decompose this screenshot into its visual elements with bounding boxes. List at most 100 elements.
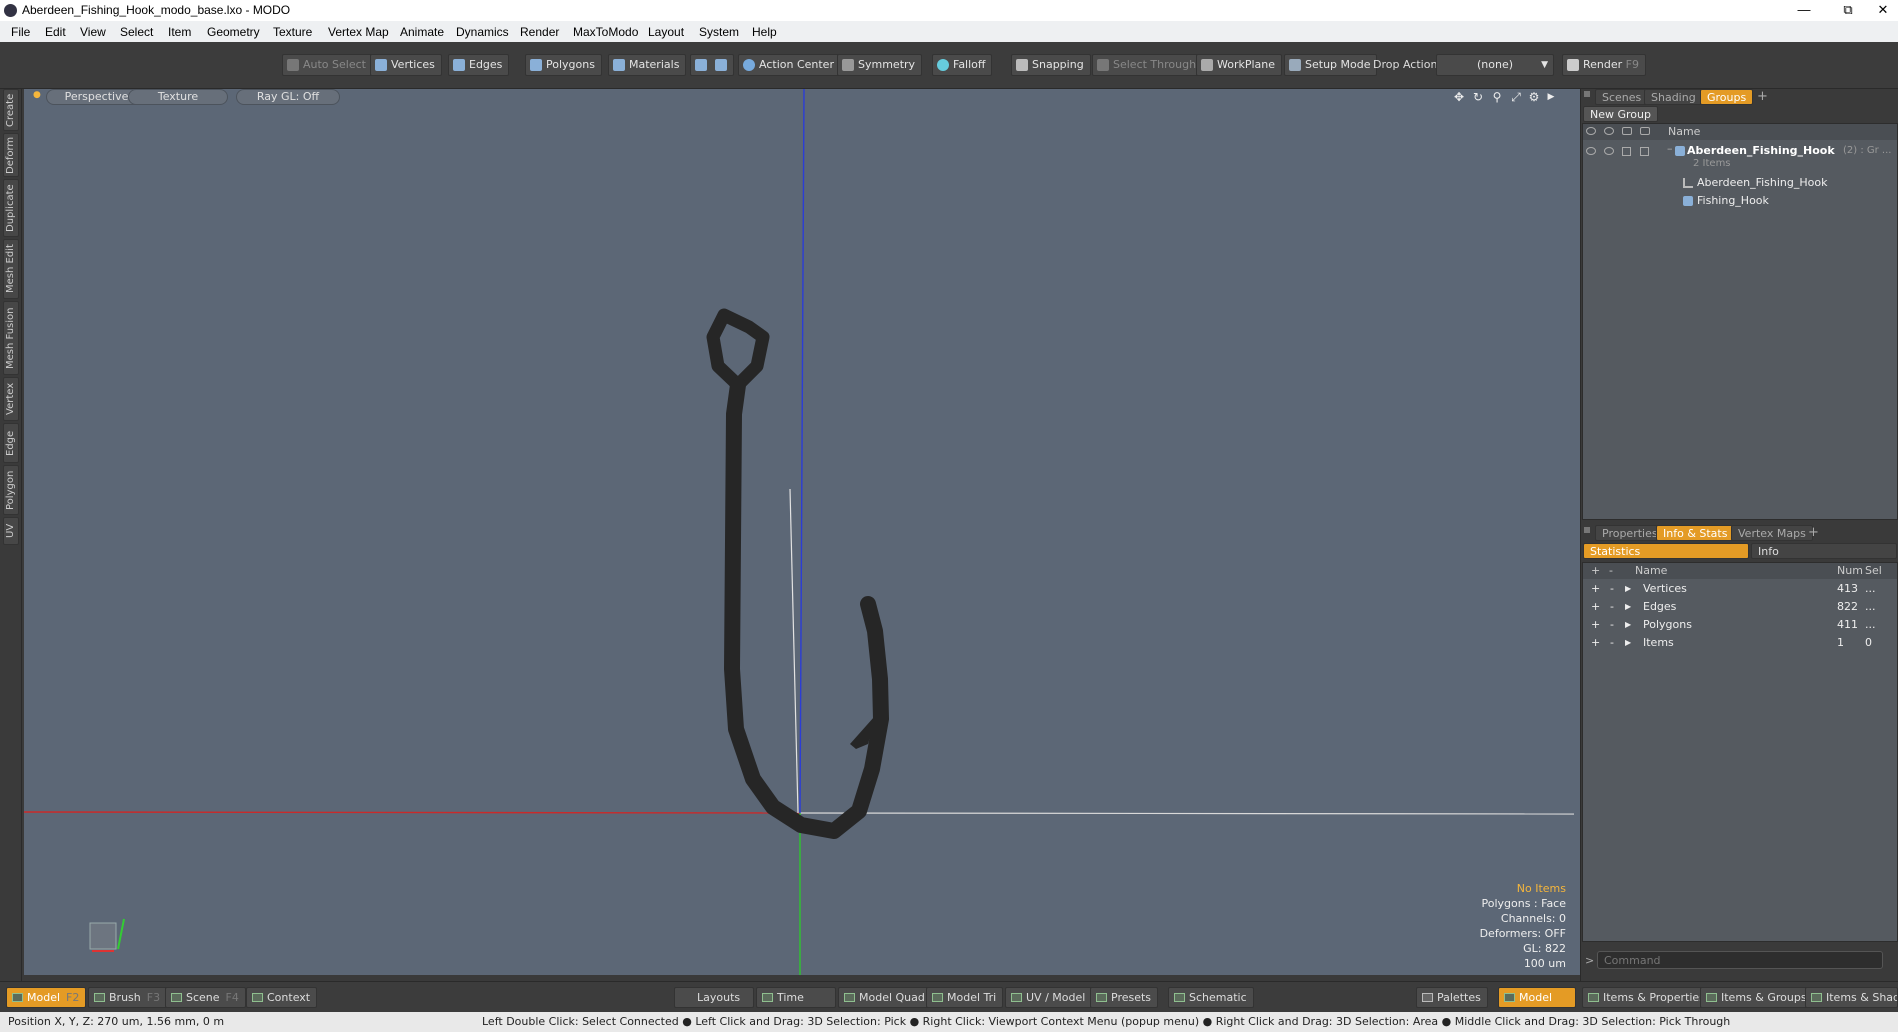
brush-layout-button[interactable]: Brush F3 [88,987,168,1008]
scene-layout-button[interactable]: Scene F4 [165,987,246,1008]
render-button[interactable]: Render F9 [1562,54,1646,76]
tab-polygon[interactable]: Polygon [3,465,19,515]
menu-layout[interactable]: Layout [648,25,684,39]
selection-mode-button[interactable] [690,54,734,76]
add-selection-icon[interactable]: + [1591,580,1600,598]
workplane-button[interactable]: WorkPlane [1196,54,1283,76]
command-input[interactable] [1597,951,1883,969]
collapse-all-icon[interactable]: - [1609,563,1613,579]
collapse-icon[interactable]: – [1667,140,1673,158]
schematic-button[interactable]: Schematic [1168,987,1254,1008]
table-row[interactable]: + - ▶ Vertices 413 ... [1583,580,1897,598]
subtab-statistics[interactable]: Statistics [1583,543,1749,559]
remove-selection-icon[interactable]: - [1610,616,1614,634]
model-quad-button[interactable]: Model Quad [838,987,932,1008]
expand-row-icon[interactable]: ▶ [1625,580,1631,598]
menu-file[interactable]: File [11,25,30,39]
context-layout-button[interactable]: Context [246,987,318,1008]
drop-action-select[interactable]: (none) ▼ [1436,54,1554,76]
fishing-hook-mesh[interactable] [706,308,889,839]
menu-select[interactable]: Select [120,25,153,39]
group-row-root[interactable]: – Aberdeen_Fishing_Hook (2) : Gr ... 2 I… [1583,142,1897,172]
expand-row-icon[interactable]: ▶ [1625,634,1631,652]
tab-vertex-maps[interactable]: Vertex Maps [1731,525,1813,541]
setup-mode-button[interactable]: Setup Mode [1284,54,1378,76]
palettes-button[interactable]: Palettes [1416,987,1488,1008]
polygons-button[interactable]: Polygons [525,54,602,76]
tab-info-stats[interactable]: Info & Stats [1656,525,1735,541]
3d-viewport[interactable]: ● Perspective Texture Ray GL: Off ✥ ↻ ⚲ … [24,89,1580,975]
action-center-button[interactable]: Action Center [738,54,841,76]
time-layout-button[interactable]: Time [756,987,836,1008]
menu-dynamics[interactable]: Dynamics [456,25,509,39]
expand-all-icon[interactable]: + [1591,563,1600,579]
remove-selection-icon[interactable]: - [1610,634,1614,652]
tab-mesh-edit[interactable]: Mesh Edit [3,239,19,299]
items-groups-button[interactable]: Items & Groups [1700,987,1814,1008]
menu-vertex-map[interactable]: Vertex Map [328,25,389,39]
tab-uv[interactable]: UV [3,517,19,545]
model-view-button[interactable]: Model [1498,987,1576,1008]
minimize-icon[interactable]: — [1789,0,1819,21]
menu-texture[interactable]: Texture [273,25,312,39]
add-tab-icon[interactable]: + [1757,89,1768,104]
remove-selection-icon[interactable]: - [1610,580,1614,598]
row-sel[interactable]: ... [1865,616,1876,634]
row-sel[interactable]: ... [1865,580,1876,598]
presets-button[interactable]: Presets [1090,987,1159,1008]
model-layout-button[interactable]: Model F2 [6,987,87,1008]
table-row[interactable]: + - ▶ Polygons 411 ... [1583,616,1897,634]
tab-shading[interactable]: Shading [1644,89,1703,105]
menu-animate[interactable]: Animate [400,25,444,39]
select-through-button[interactable]: Select Through [1092,54,1204,76]
render-toggle-icon[interactable] [1604,147,1614,155]
tab-create[interactable]: Create [3,89,19,131]
auto-select-button[interactable]: Auto Select [282,54,373,76]
tab-properties[interactable]: Properties [1595,525,1665,541]
falloff-button[interactable]: Falloff [932,54,993,76]
snapping-button[interactable]: Snapping [1011,54,1091,76]
menu-view[interactable]: View [80,25,106,39]
restore-icon[interactable]: ⧉ [1833,0,1863,21]
tab-edge[interactable]: Edge [3,423,19,463]
row-sel[interactable]: ... [1865,598,1876,616]
menu-maxtomodo[interactable]: MaxToModo [573,25,638,39]
uv-model-button[interactable]: UV / Model [1005,987,1093,1008]
add-tab-icon[interactable]: + [1808,525,1819,540]
tab-mesh-fusion[interactable]: Mesh Fusion [3,301,19,375]
tab-deform[interactable]: Deform [3,133,19,177]
items-properties-button[interactable]: Items & Properties [1582,987,1712,1008]
menu-geometry[interactable]: Geometry [207,25,260,39]
tab-scenes[interactable]: Scenes [1595,89,1649,105]
lock-toggle-icon[interactable] [1622,147,1631,156]
group-child-row[interactable]: Aberdeen_Fishing_Hook [1583,174,1897,192]
layouts-button[interactable]: Layouts [674,987,754,1008]
menu-help[interactable]: Help [752,25,777,39]
table-row[interactable]: + - ▶ Edges 822 ... [1583,598,1897,616]
vertices-button[interactable]: Vertices [370,54,442,76]
subtab-info[interactable]: Info [1751,543,1897,559]
select-toggle-icon[interactable] [1640,147,1649,156]
tab-vertex[interactable]: Vertex [3,377,19,421]
menu-item[interactable]: Item [168,25,191,39]
expand-row-icon[interactable]: ▶ [1625,598,1631,616]
visibility-toggle-icon[interactable] [1586,147,1596,155]
add-selection-icon[interactable]: + [1591,634,1600,652]
close-icon[interactable]: ✕ [1868,0,1898,21]
table-row[interactable]: + - ▶ Items 1 0 [1583,634,1897,652]
add-selection-icon[interactable]: + [1591,616,1600,634]
group-child-row[interactable]: Fishing_Hook [1583,192,1897,210]
remove-selection-icon[interactable]: - [1610,598,1614,616]
tab-groups[interactable]: Groups [1700,89,1754,105]
model-tri-button[interactable]: Model Tri [926,987,1004,1008]
expand-row-icon[interactable]: ▶ [1625,616,1631,634]
menu-edit[interactable]: Edit [45,25,66,39]
new-group-button[interactable]: New Group [1583,106,1658,122]
symmetry-button[interactable]: Symmetry [837,54,923,76]
edges-button[interactable]: Edges [448,54,510,76]
tab-duplicate[interactable]: Duplicate [3,179,19,237]
menu-render[interactable]: Render [520,25,559,39]
items-shading-button[interactable]: Items & Shadir [1805,987,1898,1008]
add-selection-icon[interactable]: + [1591,598,1600,616]
materials-button[interactable]: Materials [608,54,687,76]
